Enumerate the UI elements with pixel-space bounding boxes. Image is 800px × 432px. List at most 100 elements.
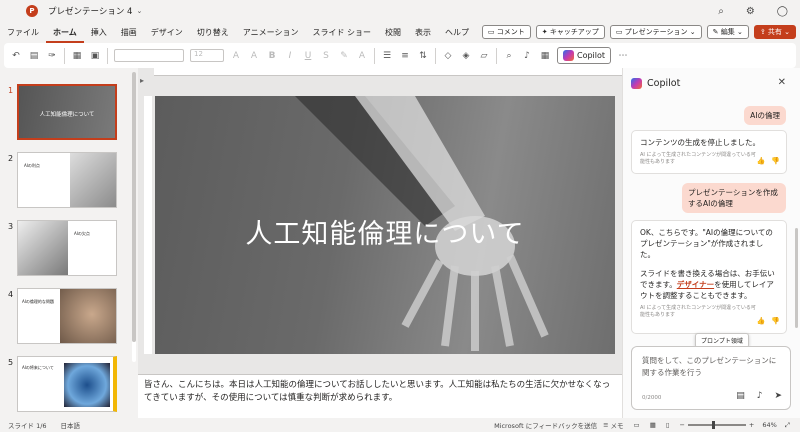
- designer-icon[interactable]: ▦: [539, 51, 551, 61]
- feedback-link[interactable]: Microsoft にフィードバックを送信: [494, 420, 597, 430]
- copilot-icon: [563, 50, 574, 61]
- thumb-number: 3: [8, 222, 14, 231]
- font-size-box[interactable]: 12: [190, 49, 224, 62]
- format-painter-icon[interactable]: ✑: [46, 51, 58, 61]
- zoom-slider-thumb[interactable]: [711, 421, 715, 429]
- menu-help[interactable]: ヘルプ: [438, 22, 476, 43]
- menu-slideshow[interactable]: スライド ショー: [305, 22, 378, 43]
- text-direction-icon[interactable]: ⇅: [417, 51, 429, 61]
- thumbs-up-icon[interactable]: 👍: [757, 316, 766, 327]
- zoom-out-icon[interactable]: −: [679, 421, 684, 429]
- thumbs-down-icon[interactable]: 👎: [771, 156, 780, 167]
- notes-icon[interactable]: ≡: [603, 421, 608, 429]
- slide-thumbnail-3[interactable]: AIの欠点: [17, 220, 117, 276]
- chevron-down-icon[interactable]: ⌄: [136, 7, 142, 15]
- document-title[interactable]: プレゼンテーション 4: [48, 5, 132, 17]
- response-text: OK、こちらです。"AIの倫理についてのプレゼンテーション"が作成されました。: [640, 228, 773, 259]
- divider: [374, 47, 375, 64]
- ribbon-copilot-button[interactable]: Copilot: [557, 47, 612, 64]
- menu-file[interactable]: ファイル: [0, 22, 46, 43]
- italic-icon[interactable]: I: [284, 51, 296, 61]
- thumb-title: AIの倫理的な問題: [22, 299, 54, 304]
- search-icon[interactable]: ⌕: [718, 6, 724, 17]
- dictate-icon[interactable]: ♪: [521, 51, 533, 61]
- account-icon[interactable]: ◯: [777, 6, 788, 17]
- slide-thumbnail-1[interactable]: 人工知能倫理について: [17, 84, 117, 140]
- designer-link[interactable]: デザイナー: [677, 280, 714, 289]
- copilot-title: Copilot: [647, 78, 681, 89]
- grow-font-icon[interactable]: A: [230, 51, 242, 61]
- copilot-input[interactable]: 質問をして、このプレゼンテーションに関する作業を行う 0/2000 ▤ ♪ ➤: [631, 346, 791, 410]
- menu-review[interactable]: 校閲: [378, 22, 408, 43]
- prompt-guide-icon[interactable]: ▤: [736, 391, 745, 401]
- menu-transitions[interactable]: 切り替え: [190, 22, 236, 43]
- slide-title[interactable]: 人工知能倫理について: [155, 212, 615, 251]
- speaker-notes[interactable]: 皆さん、こんにちは。本日は人工知能の倫理についてお話ししたいと思います。人工知能…: [138, 374, 622, 418]
- shapes-icon[interactable]: ◇: [442, 51, 454, 61]
- zoom-level[interactable]: 64%: [762, 421, 776, 429]
- edit-mode-button[interactable]: ✎ 編集 ⌄: [706, 25, 749, 39]
- present-button[interactable]: ▭ プレゼンテーション ⌄: [609, 25, 702, 39]
- strikethrough-icon[interactable]: S: [320, 51, 332, 61]
- slide-thumbnail-2[interactable]: AIの利点: [17, 152, 117, 208]
- ai-disclaimer: AI によって生成されたコンテンツが間違っている可能性もあります: [640, 152, 756, 165]
- bullets-icon[interactable]: ☰: [381, 51, 393, 61]
- slide-thumbnail-5[interactable]: AIの将来について: [17, 356, 117, 412]
- prompt-placeholder[interactable]: 質問をして、このプレゼンテーションに関する作業を行う: [642, 355, 782, 379]
- outline-icon[interactable]: ▱: [478, 51, 490, 61]
- thumb-title: AIの将来について: [22, 365, 54, 370]
- zoom-slider[interactable]: [687, 421, 746, 429]
- copilot-pane: Copilot ✕ AIの倫理 コンテンツの生成を停止しました。 AI によって…: [622, 68, 800, 418]
- align-icon[interactable]: ≡: [399, 51, 411, 61]
- char-counter: 0/2000: [642, 395, 662, 401]
- menu-animations[interactable]: アニメーション: [236, 22, 306, 43]
- catchup-button[interactable]: ✦ キャッチアップ: [535, 25, 605, 39]
- notes-toggle[interactable]: メモ: [611, 420, 624, 430]
- menu-design[interactable]: デザイン: [144, 22, 190, 43]
- ribbon-copilot-label: Copilot: [577, 51, 606, 60]
- font-name-box[interactable]: [114, 49, 184, 62]
- zoom-in-icon[interactable]: +: [749, 421, 754, 429]
- status-bar: スライド 1/6 日本語 Microsoft にフィードバックを送信 ≡ メモ …: [0, 418, 800, 432]
- shrink-font-icon[interactable]: A: [248, 51, 260, 61]
- copilot-scrollbar[interactable]: [795, 228, 798, 328]
- find-icon[interactable]: ⌕: [503, 51, 515, 61]
- menu-home[interactable]: ホーム: [46, 22, 84, 43]
- close-icon[interactable]: ✕: [778, 77, 786, 88]
- menu-insert[interactable]: 挿入: [84, 22, 114, 43]
- sorter-view-icon[interactable]: ▦: [650, 421, 656, 429]
- undo-icon[interactable]: ↶: [10, 51, 22, 61]
- underline-icon[interactable]: U: [302, 51, 314, 61]
- copilot-response: コンテンツの生成を停止しました。 AI によって生成されたコンテンツが間違ってい…: [631, 130, 787, 174]
- thumbnail-scrollbar[interactable]: [132, 72, 136, 362]
- share-button[interactable]: ⇪ 共有 ⌄: [753, 25, 796, 39]
- thumbs-down-icon[interactable]: 👎: [771, 316, 780, 327]
- highlight-icon[interactable]: ✎: [338, 51, 350, 61]
- fill-icon[interactable]: ◈: [460, 51, 472, 61]
- new-slide-icon[interactable]: ▦: [71, 51, 83, 61]
- settings-gear-icon[interactable]: ⚙: [746, 6, 755, 17]
- comment-button[interactable]: ▭ コメント: [481, 25, 531, 39]
- clipboard-icon[interactable]: ▤: [28, 51, 40, 61]
- reading-view-icon[interactable]: ▯: [666, 421, 670, 429]
- slide-canvas[interactable]: 人工知能倫理について: [155, 96, 615, 354]
- vertical-ruler: [144, 96, 152, 354]
- send-icon[interactable]: ➤: [774, 391, 782, 401]
- bold-icon[interactable]: B: [266, 51, 278, 61]
- slide-thumbnail-4[interactable]: AIの倫理的な問題: [17, 288, 117, 344]
- menu-draw[interactable]: 描画: [114, 22, 144, 43]
- thumb-number: 4: [8, 290, 14, 299]
- normal-view-icon[interactable]: ▭: [634, 421, 640, 429]
- fit-to-window-icon[interactable]: ⤢: [785, 421, 790, 430]
- title-bar: P プレゼンテーション 4 ⌄ ⌕ ⚙ ◯: [0, 0, 800, 22]
- scrollbar-thumb[interactable]: [132, 72, 136, 342]
- language-status[interactable]: 日本語: [61, 420, 81, 430]
- thumbs-up-icon[interactable]: 👍: [757, 156, 766, 167]
- layout-icon[interactable]: ▣: [89, 51, 101, 61]
- microphone-icon[interactable]: ♪: [757, 391, 763, 401]
- more-options-icon[interactable]: ⋯: [617, 51, 629, 61]
- menu-view[interactable]: 表示: [408, 22, 438, 43]
- user-message: AIの倫理: [744, 106, 786, 125]
- pane-toggle-icon[interactable]: ▸: [140, 76, 144, 85]
- font-color-icon[interactable]: A: [356, 51, 368, 61]
